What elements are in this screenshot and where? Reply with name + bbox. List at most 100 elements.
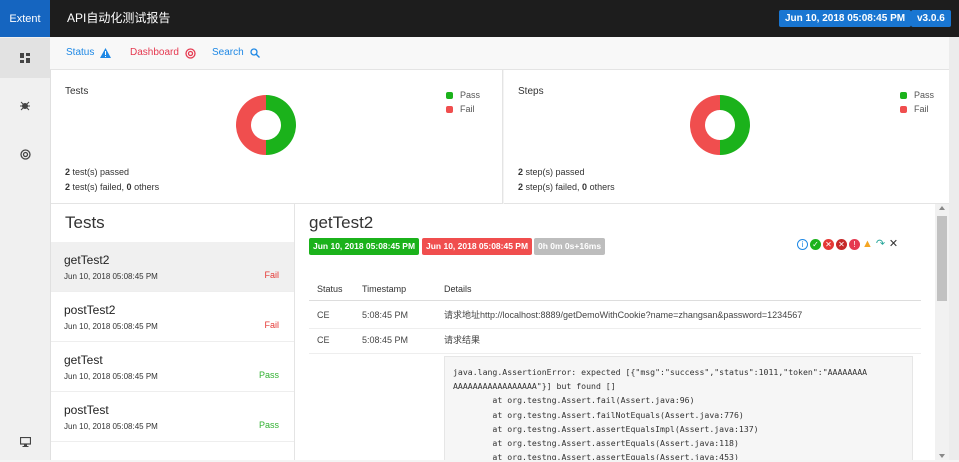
tests-legend-fail-label: Fail [460, 104, 475, 114]
dashboard-grid-icon [20, 53, 30, 63]
steps-legend-fail-label: Fail [914, 104, 929, 114]
steps-summary-card: Steps Pass Fail 2 step(s) passed 2 step(… [504, 70, 949, 204]
tests-legend-fail[interactable]: Fail [446, 102, 480, 116]
sidenav-bug-item[interactable] [0, 86, 50, 126]
test-status: Fail [264, 320, 279, 330]
clear-filter-icon[interactable]: ✕ [888, 239, 899, 250]
fail-swatch-icon [446, 105, 453, 113]
exception-stacktrace: java.lang.AssertionError: expected [{"ms… [444, 356, 913, 460]
test-name: getTest2 [64, 253, 110, 267]
fail-x-icon[interactable]: ✕ [823, 239, 834, 250]
test-detail-title: getTest2 [309, 213, 374, 232]
test-status: Pass [258, 420, 279, 430]
test-list-item[interactable]: postTest Jun 10, 2018 05:08:45 PM Pass [51, 392, 294, 442]
log-table-header: Status Timestamp Details [309, 278, 921, 301]
tests-summary-title: Tests [65, 86, 89, 97]
tests-others-text: others [131, 182, 160, 192]
test-list-item[interactable]: postTest2 Jun 10, 2018 05:08:45 PM Fail [51, 292, 294, 342]
steps-others-text: others [587, 182, 615, 192]
steps-legend-fail[interactable]: Fail [900, 102, 934, 116]
tests-passed-text: test(s) passed [70, 167, 130, 177]
nav-search[interactable]: Search [212, 37, 260, 69]
scrollbar-thumb[interactable] [937, 216, 947, 301]
test-name: getTest [64, 353, 103, 367]
test-name: postTest [64, 403, 109, 417]
test-time: Jun 10, 2018 05:08:45 PM [64, 372, 158, 381]
test-list-heading: Tests [65, 213, 105, 232]
scroll-down-arrow-icon[interactable] [939, 454, 945, 458]
report-name: API自动化测试报告 [67, 11, 171, 25]
test-name: postTest2 [64, 303, 116, 317]
scroll-up-arrow-icon[interactable] [939, 206, 945, 210]
test-status: Fail [264, 270, 279, 280]
detail-scrollbar[interactable] [935, 204, 949, 460]
row-status: CE [317, 334, 330, 345]
pass-check-icon[interactable]: ✓ [810, 239, 821, 250]
tests-failed-text: test(s) failed, [70, 182, 127, 192]
column-status: Status [317, 284, 343, 294]
search-icon [250, 48, 260, 58]
tests-fail-slice [236, 95, 267, 155]
test-time: Jun 10, 2018 05:08:45 PM [64, 272, 158, 281]
start-time-label: Jun 10, 2018 05:08:45 PM [309, 238, 420, 255]
test-list-item[interactable]: getTest Jun 10, 2018 05:08:45 PM Pass [51, 342, 294, 392]
sidenav-dashboard-item[interactable] [0, 38, 50, 78]
warning-icon [100, 48, 112, 58]
row-timestamp: 5:08:45 PM [362, 309, 409, 320]
version-badge: v3.0.6 [911, 10, 951, 27]
nav-dashboard[interactable]: Dashboard [130, 37, 196, 69]
info-icon[interactable]: i [797, 239, 808, 250]
skip-arrow-icon[interactable]: ↷ [875, 239, 886, 250]
test-list-item[interactable]: getTest2 Jun 10, 2018 05:08:45 PM Fail [51, 242, 294, 292]
tests-legend-pass[interactable]: Pass [446, 88, 480, 102]
pass-swatch-icon [446, 91, 453, 99]
fail-swatch-icon [900, 105, 907, 113]
nav-status[interactable]: Status [66, 37, 112, 69]
steps-passed-text: step(s) passed [523, 167, 585, 177]
dashboard-target-icon [185, 47, 196, 59]
test-list-panel: Tests getTest2 Jun 10, 2018 05:08:45 PM … [51, 204, 295, 460]
steps-legend-pass[interactable]: Pass [900, 88, 934, 102]
fatal-x-icon[interactable]: ✕ [836, 239, 847, 250]
row-details: 请求结果 [444, 335, 481, 345]
duration-label: 0h 0m 0s+16ms [534, 238, 606, 255]
log-table-row: CE 5:08:45 PM 请求地址http://localhost:8889/… [309, 301, 921, 329]
end-time-label: Jun 10, 2018 05:08:45 PM [422, 238, 533, 255]
report-date-badge: Jun 10, 2018 05:08:45 PM [779, 10, 912, 27]
bug-icon [20, 101, 30, 111]
row-details: 请求地址http://localhost:8889/getDemoWithCoo… [444, 310, 803, 320]
tests-donut-chart [236, 95, 297, 155]
tests-summary-text: 2 test(s) passed 2 test(s) failed, 0 oth… [65, 165, 159, 195]
sidenav-environment-item[interactable] [0, 422, 50, 462]
brand-logo[interactable]: Extent [0, 0, 50, 37]
window-edge [949, 37, 959, 460]
row-timestamp: 5:08:45 PM [362, 334, 409, 345]
steps-summary-text: 2 step(s) passed 2 step(s) failed, 0 oth… [518, 165, 615, 195]
error-icon[interactable]: ! [849, 239, 860, 250]
log-table-row: CE 5:08:45 PM 请求结果 [309, 326, 921, 354]
status-filter-toolbar: i ✓ ✕ ✕ ! ▲ ↷ ✕ [797, 239, 899, 250]
steps-fail-slice [690, 95, 721, 155]
tests-legend-pass-label: Pass [460, 90, 481, 100]
row-status: CE [317, 309, 330, 320]
tests-legend: Pass Fail [446, 88, 480, 116]
steps-legend: Pass Fail [900, 88, 934, 116]
test-time: Jun 10, 2018 05:08:45 PM [64, 422, 158, 431]
warning-icon[interactable]: ▲ [862, 239, 873, 250]
steps-donut-chart [690, 95, 751, 155]
sidenav-target-item[interactable] [0, 134, 50, 174]
top-bar: Extent API自动化测试报告 Jun 10, 2018 05:08:45 … [0, 0, 959, 37]
column-timestamp: Timestamp [362, 284, 407, 294]
side-nav [0, 37, 51, 460]
pass-swatch-icon [900, 91, 907, 99]
target-icon [19, 148, 31, 160]
nav-status-label: Status [66, 47, 95, 58]
monitor-icon [19, 437, 31, 447]
test-status: Pass [258, 370, 279, 380]
secondary-nav: Status Dashboard Search [50, 37, 959, 70]
steps-pass-slice [720, 95, 751, 155]
steps-legend-pass-label: Pass [914, 90, 935, 100]
nav-dashboard-label: Dashboard [130, 47, 179, 58]
tests-pass-slice [266, 95, 297, 155]
test-time: Jun 10, 2018 05:08:45 PM [64, 322, 158, 331]
